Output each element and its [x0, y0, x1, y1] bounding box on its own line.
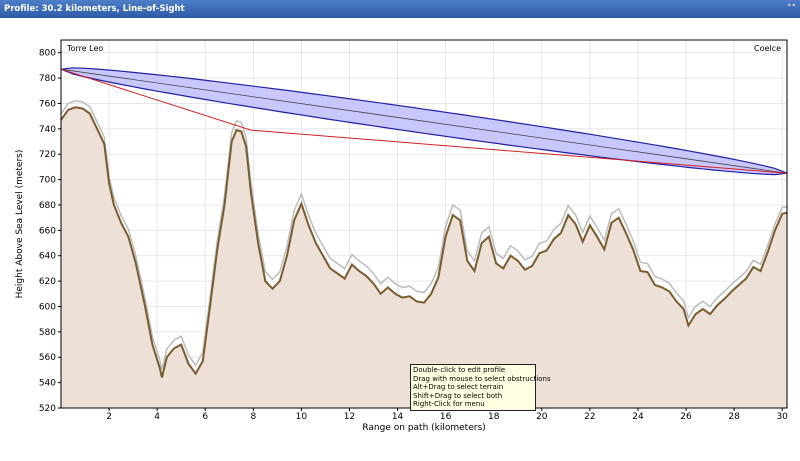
window-titlebar: Profile: 30.2 kilometers, Line-of-Sight …	[0, 0, 800, 18]
y-tick-label: 700	[39, 176, 56, 186]
tooltip-line: Shift+Drag to select both	[413, 391, 503, 400]
y-tick-label: 720	[39, 150, 56, 160]
x-tick-label: 10	[296, 412, 308, 422]
profile-plot[interactable]: 2 4 6 8 10 12 14 16 18 20 22 24 26 28 3052054056058060…	[0, 18, 800, 461]
x-axis-label: Range on path (kilometers)	[362, 423, 485, 433]
x-tick-label: 22	[584, 412, 595, 422]
y-tick-label: 520	[39, 404, 56, 414]
window-title: Profile: 30.2 kilometers, Line-of-Sight	[4, 4, 185, 14]
y-tick-label: 620	[39, 277, 56, 287]
y-tick-label: 740	[39, 125, 56, 135]
collapse-icon[interactable]: ˄˄	[787, 0, 796, 18]
x-tick-label: 14	[392, 412, 404, 422]
help-tooltip: Double-click to edit profile Drag with m…	[410, 364, 551, 411]
start-site-label: Torre Leo	[66, 44, 103, 53]
y-tick-label: 680	[39, 201, 56, 211]
y-tick-label: 760	[39, 99, 56, 109]
x-tick-label: 26	[680, 412, 692, 422]
y-tick-label: 800	[39, 49, 56, 59]
y-tick-label: 640	[39, 252, 56, 262]
tooltip-line: Double-click to edit profile	[413, 366, 506, 374]
y-tick-label: 600	[39, 302, 56, 312]
y-tick-label: 580	[39, 328, 56, 338]
y-tick-label: 780	[39, 74, 56, 84]
tooltip-line: Right-Click for menu	[413, 400, 485, 409]
x-tick-label: 8	[250, 412, 256, 422]
tooltip-line: Drag with mouse to select obstructions	[413, 374, 551, 383]
tooltip-line: Alt+Drag to select terrain	[413, 383, 504, 392]
x-tick-label: 4	[154, 412, 160, 422]
x-tick-label: 18	[488, 412, 500, 422]
x-tick-label: 24	[632, 412, 644, 422]
x-tick-label: 30	[776, 412, 788, 422]
x-tick-label: 2	[106, 412, 112, 422]
x-tick-label: 28	[728, 412, 740, 422]
y-tick-label: 540	[39, 379, 56, 389]
y-tick-label: 560	[39, 353, 56, 363]
end-site-label: Coelce	[754, 44, 781, 53]
y-axis-label: Height Above Sea Level (meters)	[15, 150, 25, 299]
x-tick-label: 16	[440, 412, 452, 422]
x-tick-label: 12	[344, 412, 355, 422]
y-tick-label: 660	[39, 226, 56, 236]
x-tick-label: 6	[202, 412, 208, 422]
x-tick-label: 20	[536, 412, 548, 422]
